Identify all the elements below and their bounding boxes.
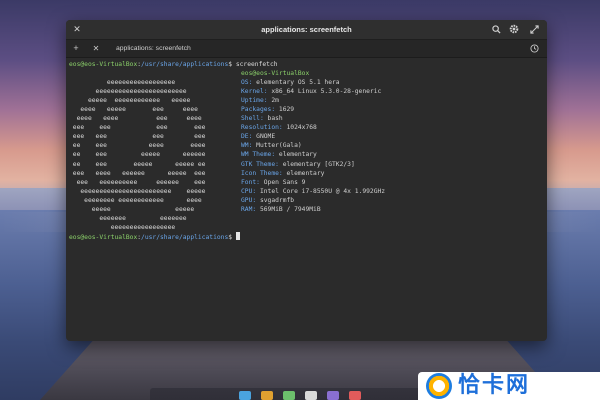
info-value: elementary: [278, 151, 317, 159]
screenfetch-row: eeeeeee eeeeeee: [69, 214, 544, 223]
screenfetch-row: eeeeeeeeeeeeeeeeeeeeeeee eeeee CPU: Intel…: [69, 187, 544, 196]
gear-icon[interactable]: [507, 20, 521, 39]
prompt-user: eos@eos-VirtualBox: [69, 61, 138, 68]
dock-app-icon[interactable]: [349, 391, 361, 400]
screenfetch-row: ee eee eeeee eeeeee WM Theme: elementary: [69, 150, 544, 159]
logo-line: eeeee eeeeeeeeeeee eeeee: [69, 97, 191, 105]
logo-line: eeeee eeeee: [69, 205, 195, 213]
plus-icon[interactable]: +: [70, 40, 82, 57]
info-value: Mutter(Gala): [256, 142, 302, 150]
logo-line: eeeeeeeeeeeeeeeeeeeeeeee: [69, 88, 187, 96]
info-value: elementary [GTK2/3]: [282, 160, 355, 168]
info-value: elementary: [286, 169, 325, 177]
dock-app-icon[interactable]: [305, 391, 317, 400]
window-title: applications: screenfetch: [261, 25, 352, 34]
command-line: eos@eos-VirtualBox:/usr/share/applicatio…: [69, 61, 278, 68]
info-value: Intel Core i7-8550U @ 4x 1.992GHz: [259, 187, 386, 195]
info-value: svgadrmfb: [259, 196, 295, 204]
screenfetch-row: eeeee eeeee RAM: 569MiB / 7949MiB: [69, 205, 544, 214]
logo-line: eeee eeeee eee eeee: [69, 106, 198, 114]
screenfetch-row: eeeeeeeeeeeeeeeeee OS: elementary OS 5.1 …: [69, 78, 544, 87]
logo-line: eeee eeee eee eeee: [69, 115, 202, 123]
watermark-text: 恰卡网: [458, 373, 531, 398]
logo-line: eee eeeeeeeeee eeeeee eee: [69, 178, 206, 186]
info-key: Packages:: [241, 106, 276, 114]
close-tab-icon[interactable]: ✕: [90, 40, 102, 57]
info-value: 1629: [278, 106, 295, 114]
info-value: x86_64 Linux 5.3.0-28-generic: [271, 88, 382, 96]
terminal-window: applications: screenfetch ✕ + ✕ applicat…: [66, 20, 547, 341]
info-key: eos@eos-VirtualBox: [241, 70, 310, 78]
logo-line: eee eeee eeeeee eeeee eee: [69, 169, 206, 177]
search-icon[interactable]: [489, 20, 503, 39]
info-key: WM:: [241, 142, 253, 150]
titlebar: applications: screenfetch ✕: [66, 20, 547, 40]
screenfetch-row: ee eee eeee eeee WM: Mutter(Gala): [69, 141, 544, 150]
tab-applications-screenfetch[interactable]: applications: screenfetch: [102, 40, 212, 57]
screenfetch-row: eeee eeee eee eeee Shell: bash: [69, 114, 544, 123]
dock: [150, 388, 450, 400]
info-key: Resolution:: [241, 124, 283, 132]
screenfetch-output: eos@eos-VirtualBox eeeeeeeeeeeeeeeeee OS:…: [69, 69, 544, 232]
dock-app-icon[interactable]: [327, 391, 339, 400]
dock-app-icon[interactable]: [261, 391, 273, 400]
logo-line: eeeeeeee eeeeeeeeeeee eeee: [69, 196, 202, 204]
info-key: RAM:: [241, 205, 257, 213]
info-value: elementary OS 5.1 hera: [256, 79, 340, 87]
info-key: GTK Theme:: [241, 160, 279, 168]
info-value: 2m: [271, 97, 279, 105]
info-key: DE:: [241, 133, 253, 141]
info-value: bash: [267, 115, 283, 123]
logo-line: eee eee eee eee: [69, 124, 206, 132]
watermark-logo-icon: [426, 373, 452, 399]
screenfetch-row: eeeeeeeeeeeeeeeee: [69, 223, 544, 232]
logo-line: ee eee eeeee eeeee ee: [69, 160, 206, 168]
logo-line: eeeeeeeeeeeeeeeeee: [69, 79, 176, 87]
info-value: 1024x768: [286, 124, 317, 132]
info-key: Shell:: [241, 115, 264, 123]
info-key: GPU:: [241, 196, 257, 204]
screenfetch-row: eee eee eee eee Resolution: 1024x768: [69, 123, 544, 132]
command-line: eos@eos-VirtualBox:/usr/share/applicatio…: [69, 231, 544, 241]
logo-line: eeeeeeeeeeeeeeeee: [69, 223, 176, 231]
logo-line: ee eee eeee eeee: [69, 142, 206, 150]
screenfetch-row: eeeee eeeeeeeeeeee eeeee Uptime: 2m: [69, 96, 544, 105]
info-key: OS:: [241, 79, 253, 87]
screenfetch-row: eeee eeeee eee eeee Packages: 1629: [69, 105, 544, 114]
info-key: Icon Theme:: [241, 169, 283, 177]
close-icon[interactable]: ✕: [70, 20, 84, 39]
screenfetch-row: eeeeeeee eeeeeeeeeeee eeee GPU: svgadrmfb: [69, 196, 544, 205]
info-value: Open Sans 9: [263, 178, 306, 186]
prompt-user: eos@eos-VirtualBox: [69, 233, 138, 241]
info-key: Font:: [241, 178, 260, 186]
screenfetch-row: ee eee eeeee eeeee ee GTK Theme: elementa…: [69, 160, 544, 169]
info-value: GNOME: [256, 133, 276, 141]
watermark: 恰卡网: [418, 372, 600, 400]
prompt-path: /usr/share/applications: [141, 233, 229, 241]
screenfetch-row: eeeeeeeeeeeeeeeeeeeeeeee Kernel: x86_64 L…: [69, 87, 544, 96]
command-text: screenfetch: [235, 61, 278, 68]
info-key: CPU:: [241, 187, 257, 195]
maximize-icon[interactable]: [527, 20, 541, 39]
text-cursor: [235, 231, 240, 240]
logo-line: eee eee eee eee: [69, 133, 206, 141]
logo-line: ee eee eeeee eeeeee: [69, 151, 206, 159]
logo-line: eeeeeeeeeeeeeeeeeeeeeeee eeeee: [69, 187, 206, 195]
terminal-output[interactable]: eos@eos-VirtualBox:/usr/share/applicatio…: [69, 60, 544, 338]
screenfetch-row: eee eee eee eee DE: GNOME: [69, 132, 544, 141]
screenfetch-row: eos@eos-VirtualBox: [69, 69, 544, 78]
info-key: WM Theme:: [241, 151, 276, 159]
info-value: 569MiB / 7949MiB: [259, 205, 321, 213]
info-key: Uptime:: [241, 97, 268, 105]
screenfetch-row: eee eeee eeeeee eeeee eee Icon Theme: ele…: [69, 169, 544, 178]
clock-icon[interactable]: [528, 40, 540, 57]
info-key: Kernel:: [241, 88, 268, 96]
screenfetch-row: eee eeeeeeeeee eeeeee eee Font: Open Sans…: [69, 178, 544, 187]
dock-app-icon[interactable]: [239, 391, 251, 400]
tab-bar: + ✕ applications: screenfetch: [66, 40, 547, 58]
dock-app-icon[interactable]: [283, 391, 295, 400]
logo-line: eeeeeee eeeeeee: [69, 214, 187, 222]
prompt-path: /usr/share/applications: [141, 61, 229, 68]
